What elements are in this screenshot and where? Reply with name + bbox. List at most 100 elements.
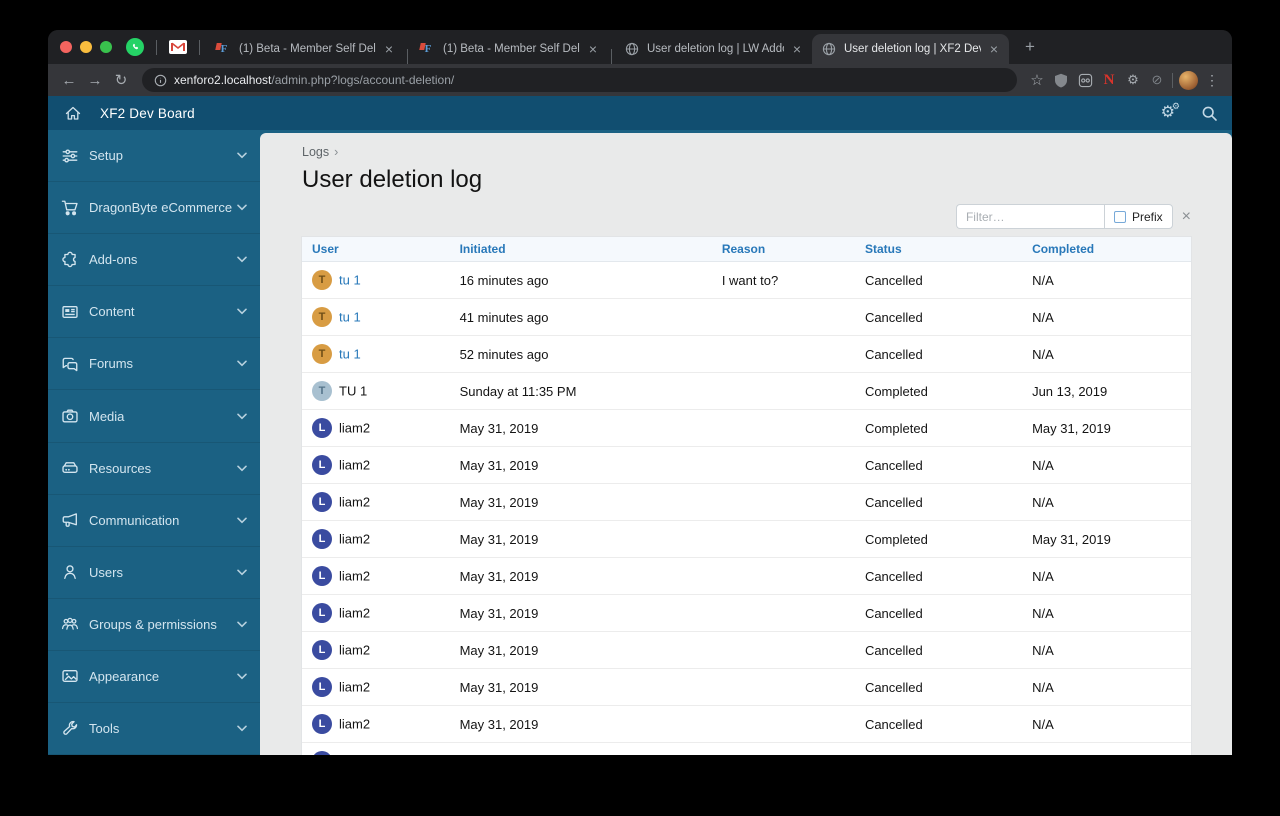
sidebar-item-communication[interactable]: Communication bbox=[48, 495, 260, 547]
sidebar-item-add-ons[interactable]: Add-ons bbox=[48, 234, 260, 287]
reason-cell bbox=[711, 520, 855, 558]
completed-cell: N/A bbox=[1022, 742, 1191, 755]
close-window-button[interactable] bbox=[60, 41, 72, 53]
sidebar-item-users[interactable]: Users bbox=[48, 547, 260, 599]
avatar: L bbox=[312, 492, 332, 512]
browser-menu-icon[interactable]: ⋮ bbox=[1200, 68, 1224, 92]
chevron-down-icon bbox=[237, 517, 247, 524]
camera-icon bbox=[61, 407, 79, 425]
whatsapp-icon bbox=[126, 38, 144, 56]
sidebar-item-groups-permissions[interactable]: Groups & permissions bbox=[48, 599, 260, 651]
browser-tab[interactable]: User deletion log | LW Addons × bbox=[615, 34, 812, 64]
user-link[interactable]: liam2 bbox=[339, 495, 370, 510]
status-cell: Cancelled bbox=[854, 668, 1023, 706]
whatsapp-pinned-tab[interactable] bbox=[126, 38, 144, 56]
close-icon[interactable]: × bbox=[988, 42, 1000, 56]
status-cell: Cancelled bbox=[854, 483, 1023, 521]
close-icon[interactable]: × bbox=[587, 42, 599, 56]
sidebar-item-content[interactable]: Content bbox=[48, 286, 260, 339]
log-table-body: Ttu 1 16 minutes ago I want to? Cancelled N/… bbox=[302, 261, 1191, 756]
sidebar-item-media[interactable]: Media bbox=[48, 390, 260, 443]
completed-cell: N/A bbox=[1022, 557, 1191, 595]
user-link[interactable]: liam2 bbox=[339, 458, 370, 473]
reason-cell bbox=[711, 705, 855, 743]
sidebar-item-label: Tools bbox=[89, 721, 120, 737]
filter-input[interactable] bbox=[955, 204, 1104, 229]
sidebar-item-dragonbyte-ecommerce[interactable]: DragonByte eCommerce bbox=[48, 182, 260, 235]
user-cell: Lliam2 bbox=[302, 557, 450, 595]
gear-extension-icon[interactable]: ⚙ bbox=[1121, 68, 1145, 92]
site-info-icon[interactable] bbox=[154, 74, 167, 87]
reload-icon[interactable]: ↻ bbox=[108, 67, 134, 93]
user-link[interactable]: liam2 bbox=[339, 754, 370, 756]
reason-cell bbox=[711, 335, 855, 373]
chevron-down-icon bbox=[237, 413, 247, 420]
zoom-window-button[interactable] bbox=[100, 41, 112, 53]
prefix-toggle[interactable]: Prefix bbox=[1103, 204, 1173, 229]
status-cell: Cancelled bbox=[854, 742, 1023, 755]
sidebar-item-label: Groups & permissions bbox=[89, 616, 217, 632]
column-header: Status bbox=[854, 237, 1023, 262]
close-icon[interactable]: × bbox=[791, 42, 803, 56]
table-row: T TU 1 Sunday at 11:35 PM Completed Jun 13, … bbox=[302, 372, 1191, 410]
avatar: L bbox=[312, 751, 332, 755]
admin-settings-gears-icon[interactable]: ⚙ ⚙ bbox=[1161, 102, 1180, 121]
sidebar-item-label: Add-ons bbox=[89, 252, 138, 268]
reason-cell bbox=[711, 557, 855, 595]
admin-search-icon[interactable] bbox=[1201, 105, 1218, 122]
avatar: T bbox=[312, 270, 332, 290]
user-link[interactable]: liam2 bbox=[339, 643, 370, 658]
drive-icon bbox=[61, 459, 79, 477]
minimize-window-button[interactable] bbox=[80, 41, 92, 53]
deletion-log-table: User Initiated Reason Status Completed Ttu 1… bbox=[302, 237, 1191, 755]
browser-tab[interactable]: F (1) Beta - Member Self Delete × bbox=[411, 34, 608, 64]
sidebar-item-tools[interactable]: Tools bbox=[48, 703, 260, 755]
sliders-icon bbox=[61, 147, 79, 165]
close-icon[interactable]: × bbox=[383, 42, 395, 56]
forward-icon[interactable]: → bbox=[82, 67, 108, 93]
reason-cell bbox=[711, 631, 855, 669]
sidebar-item-appearance[interactable]: Appearance bbox=[48, 651, 260, 704]
bookmark-star-icon[interactable]: ☆ bbox=[1025, 68, 1049, 92]
user-link[interactable]: liam2 bbox=[339, 569, 370, 584]
user-cell: Lliam2 bbox=[302, 668, 450, 706]
browser-tab[interactable]: F (1) Beta - Member Self Delete × bbox=[207, 34, 404, 64]
user-link[interactable]: liam2 bbox=[339, 680, 370, 695]
extension-box-icon[interactable] bbox=[1073, 68, 1097, 92]
profile-avatar[interactable] bbox=[1176, 68, 1200, 92]
breadcrumb-logs[interactable]: Logs bbox=[302, 145, 329, 159]
sidebar-item-forums[interactable]: Forums bbox=[48, 338, 260, 391]
disabled-extension-icon[interactable]: ⊘ bbox=[1145, 68, 1169, 92]
filter-clear-icon[interactable]: × bbox=[1182, 208, 1191, 225]
user-icon bbox=[61, 563, 79, 581]
avatar: L bbox=[312, 603, 332, 623]
prefix-checkbox[interactable] bbox=[1113, 210, 1126, 223]
user-link[interactable]: tu 1 bbox=[339, 310, 361, 325]
window-controls[interactable] bbox=[60, 41, 112, 53]
breadcrumb[interactable]: Logs › bbox=[302, 145, 1191, 159]
user-link[interactable]: liam2 bbox=[339, 606, 370, 621]
user-link[interactable]: liam2 bbox=[339, 421, 370, 436]
back-icon[interactable]: ← bbox=[56, 67, 82, 93]
new-tab-button[interactable]: + bbox=[1019, 35, 1041, 59]
board-title[interactable]: XF2 Dev Board bbox=[100, 106, 195, 121]
netflix-icon[interactable]: N bbox=[1097, 68, 1121, 92]
user-link[interactable]: TU 1 bbox=[339, 384, 367, 399]
adblock-shield-icon[interactable] bbox=[1049, 68, 1073, 92]
initiated-cell: May 31, 2019 bbox=[449, 668, 712, 706]
tab-divider bbox=[156, 39, 157, 55]
sidebar-item-resources[interactable]: Resources bbox=[48, 443, 260, 495]
address-bar[interactable]: xenforo2.localhost/admin.php?logs/accoun… bbox=[142, 68, 1017, 92]
chevron-down-icon bbox=[237, 725, 247, 732]
home-icon[interactable] bbox=[62, 106, 84, 121]
gmail-pinned-tab[interactable] bbox=[169, 38, 187, 56]
user-link[interactable]: tu 1 bbox=[339, 347, 361, 362]
sidebar-item-setup[interactable]: Setup bbox=[48, 130, 260, 183]
completed-cell: May 31, 2019 bbox=[1022, 409, 1191, 447]
user-link[interactable]: liam2 bbox=[339, 532, 370, 547]
user-link[interactable]: liam2 bbox=[339, 717, 370, 732]
user-cell: Ttu 1 bbox=[302, 261, 450, 299]
browser-tab[interactable]: User deletion log | XF2 Dev Bo × bbox=[812, 34, 1009, 64]
tab-title: (1) Beta - Member Self Delete bbox=[239, 43, 376, 55]
user-link[interactable]: tu 1 bbox=[339, 273, 361, 288]
